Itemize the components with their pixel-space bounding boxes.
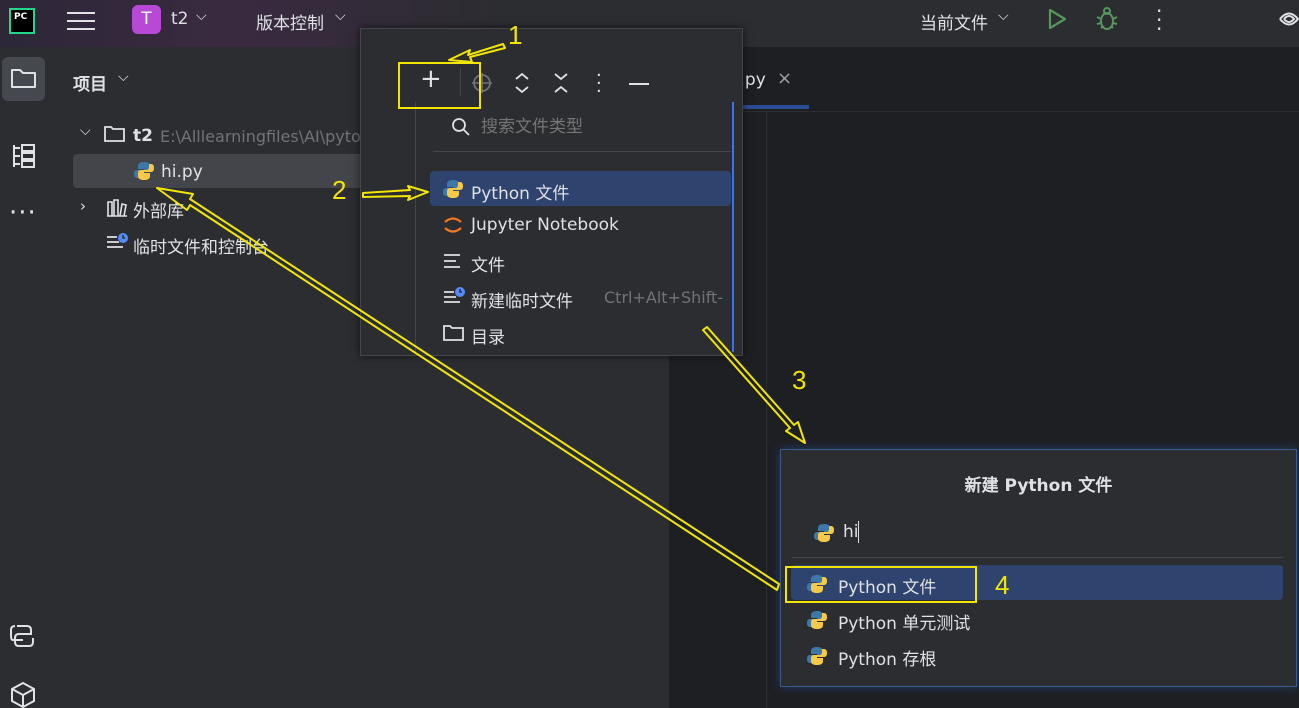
annotation-arrows xyxy=(156,43,806,591)
annotation-arrow-3 xyxy=(702,326,806,444)
annotation-arrow-1 xyxy=(448,43,506,63)
annotation-arrow-2 xyxy=(362,185,429,201)
annotation-arrow-4 xyxy=(156,187,780,591)
